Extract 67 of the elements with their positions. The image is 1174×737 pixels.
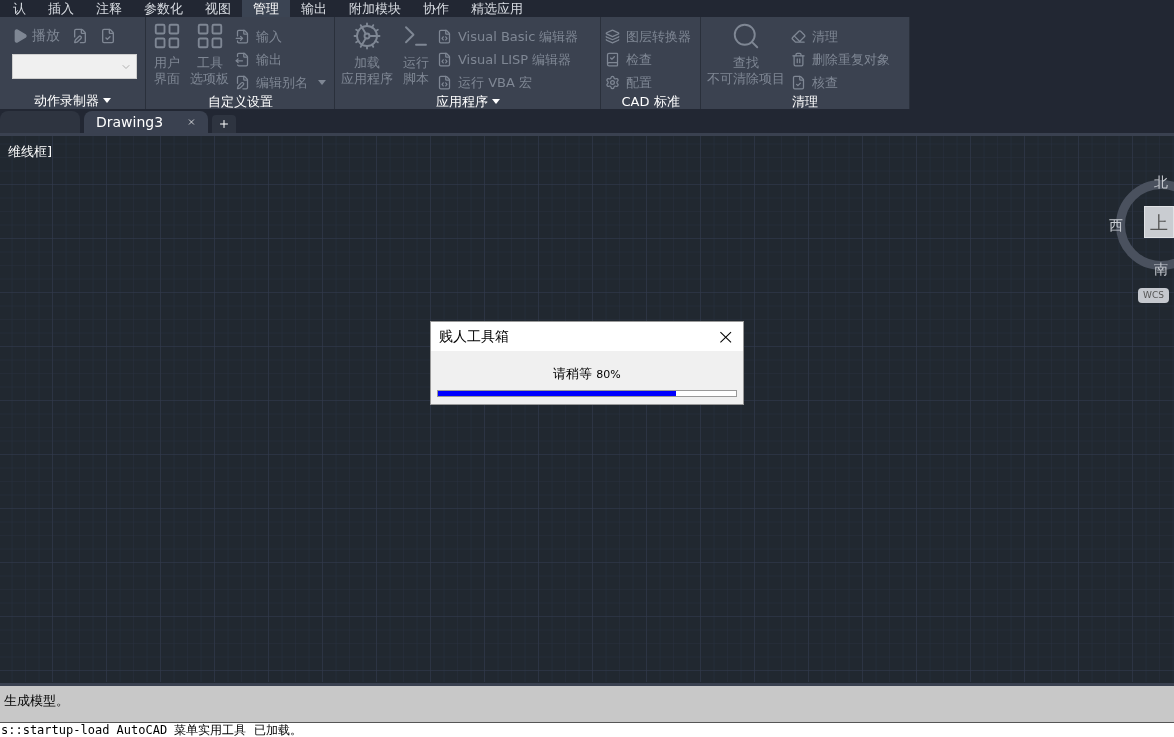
ribbon-button[interactable]: 清理 (791, 25, 890, 48)
file-tab[interactable]: Drawing3 (84, 111, 208, 133)
menu-tab[interactable]: 认 (2, 0, 37, 17)
panel-title[interactable]: 应用程序 (335, 94, 600, 109)
export-icon (235, 52, 250, 67)
ribbon-button[interactable]: 检查 (605, 48, 691, 71)
menu-tab[interactable]: 插入 (37, 0, 85, 17)
play-icon (12, 27, 28, 44)
ribbon-button[interactable]: 核查 (791, 71, 890, 94)
search-icon (731, 21, 761, 51)
viewcube-face[interactable]: 上 (1144, 206, 1174, 238)
ribbon-large-button[interactable]: 工具 选项板 (188, 21, 231, 94)
ribbon-large-button[interactable]: 查找 不可清除项目 (705, 21, 787, 94)
document-icon[interactable] (100, 27, 116, 44)
caret-icon (318, 80, 326, 85)
edit-file-icon (235, 75, 250, 90)
menu-tab[interactable]: 注释 (85, 0, 133, 17)
compass-west[interactable]: 西 (1109, 215, 1123, 236)
progress-message: 请稍等 80% (553, 365, 621, 383)
ribbon-large-button[interactable]: 用户 界面 (150, 21, 184, 94)
ribbon-button[interactable]: 输入 (235, 25, 326, 48)
panel-title[interactable]: 动作录制器 (0, 91, 145, 109)
panel-title[interactable]: 自定义设置 (146, 94, 334, 109)
ribbon-button[interactable]: Visual LISP 编辑器 (437, 48, 579, 71)
close-button[interactable]: × (716, 325, 735, 348)
dialog-title: 贱人工具箱 (439, 327, 509, 346)
file-check-icon (791, 75, 806, 90)
ribbon-large-button[interactable]: 运行 脚本 (399, 21, 433, 94)
code-file-icon (437, 52, 452, 67)
code-file-icon (437, 29, 452, 44)
ribbon-button[interactable]: 输出 (235, 48, 326, 71)
menu-tab[interactable]: 附加模块 (338, 0, 412, 17)
trash-icon (791, 52, 806, 67)
menu-tab[interactable]: 精选应用 (460, 0, 534, 17)
ribbon-button[interactable]: 编辑别名 (235, 71, 326, 94)
ribbon-button[interactable]: 删除重复对象 (791, 48, 890, 71)
caret-icon (491, 99, 500, 104)
ribbon-button[interactable]: 运行 VBA 宏 (437, 71, 579, 94)
ribbon-button[interactable]: 图层转换器 (605, 25, 691, 48)
eraser-icon (791, 29, 806, 44)
settings-icon (605, 75, 620, 90)
menu-tab[interactable]: 参数化 (133, 0, 194, 17)
menu-tab[interactable]: 协作 (412, 0, 460, 17)
wcs-button[interactable]: WCS (1138, 288, 1169, 303)
ribbon-button[interactable]: 配置 (605, 71, 691, 94)
layers-icon (605, 29, 620, 44)
new-tab-button[interactable] (212, 115, 236, 133)
drawing-canvas[interactable]: 维线框] 北 西 上 南 WCS 贱人工具箱 × 请稍等 80% (0, 136, 1174, 683)
caret-icon (103, 97, 111, 103)
menu-tab[interactable]: 输出 (290, 0, 338, 17)
panel-title[interactable]: CAD 标准 (601, 94, 700, 109)
gear-icon (352, 21, 382, 51)
panel-title[interactable]: 清理 (701, 94, 909, 109)
menu-tab[interactable]: 视图 (194, 0, 242, 17)
plus-icon (218, 118, 230, 130)
viewport-label[interactable]: 维线框] (8, 142, 53, 162)
ribbon-button[interactable]: Visual Basic 编辑器 (437, 25, 579, 48)
ribbon-large-button[interactable]: 加载 应用程序 (339, 21, 395, 94)
menu-tab[interactable]: 管理 (242, 0, 290, 17)
compass-south[interactable]: 南 (1154, 259, 1168, 280)
import-icon (235, 29, 250, 44)
code-file-icon (437, 75, 452, 90)
play-button[interactable]: 播放 (12, 25, 60, 46)
command-history: 生成模型。 (4, 693, 69, 708)
grid-icon (152, 21, 182, 51)
compass-north[interactable]: 北 (1154, 172, 1168, 193)
checklist-icon (605, 52, 620, 67)
